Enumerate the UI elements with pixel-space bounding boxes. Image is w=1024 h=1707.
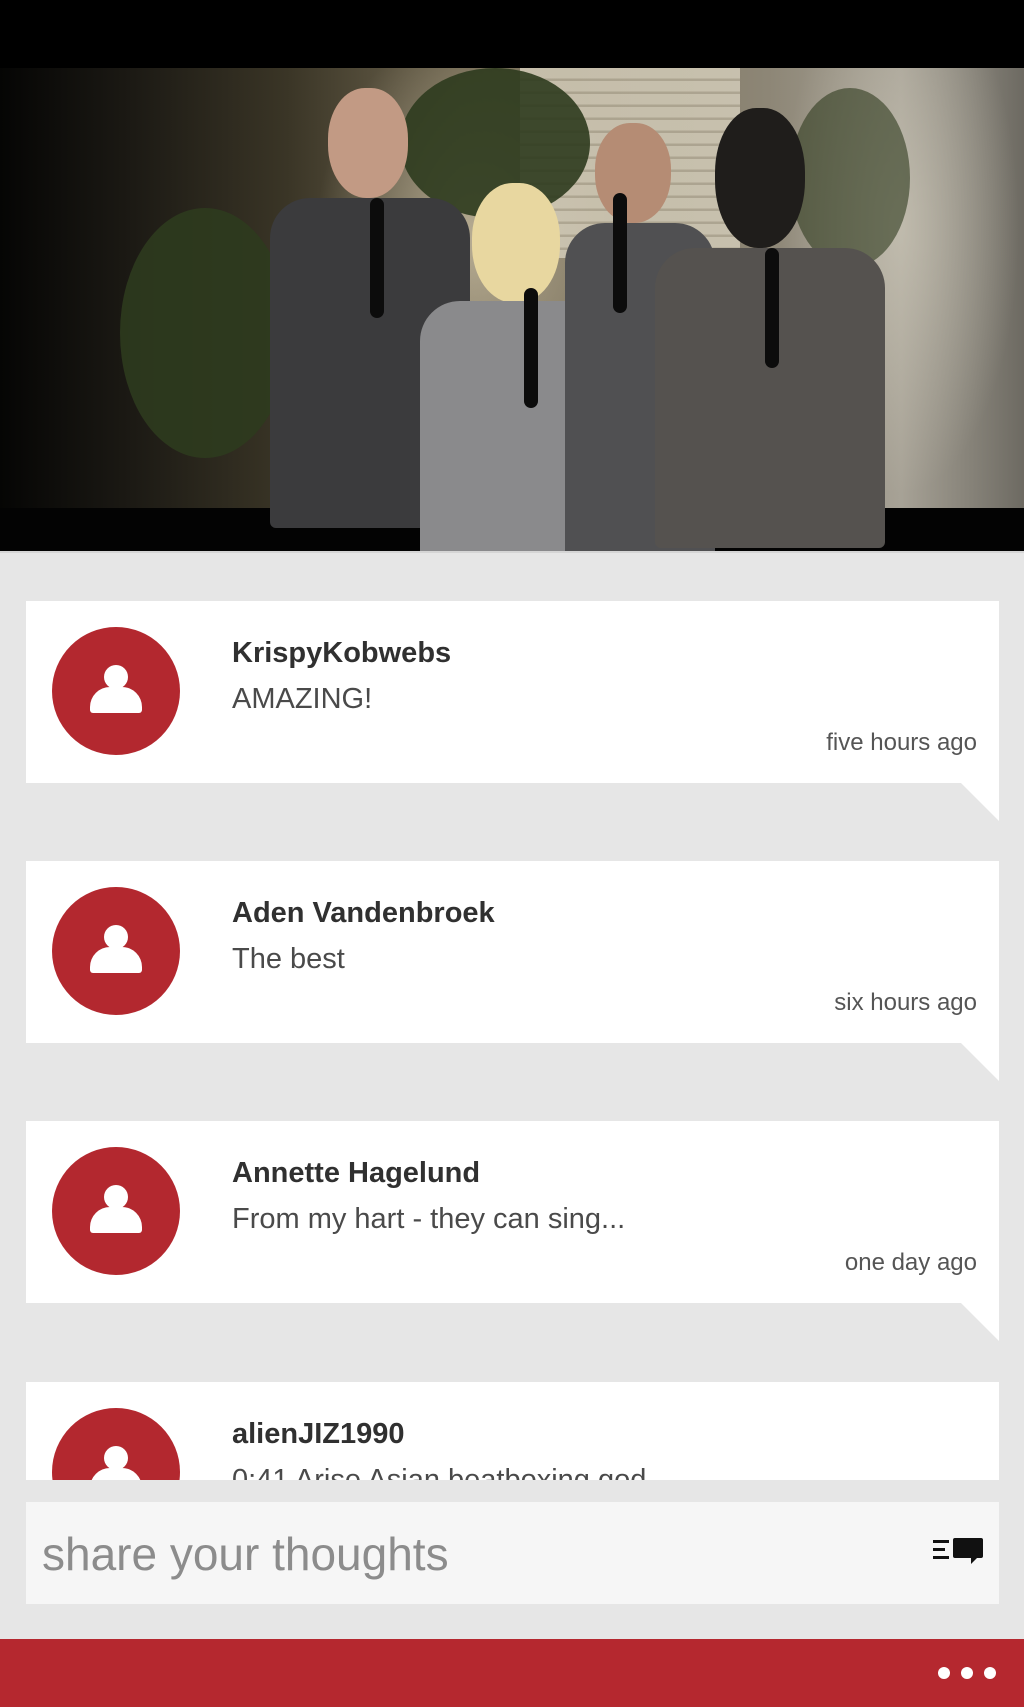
comment-item[interactable]: Annette Hagelund From my hart - they can…: [26, 1121, 999, 1341]
status-bar: [0, 0, 1024, 68]
comment-text: AMAZING!: [232, 683, 373, 715]
comment-time: six hours ago: [834, 989, 977, 1016]
app-bar: [0, 1639, 1024, 1707]
video-divider: [0, 551, 1024, 553]
user-icon[interactable]: [52, 887, 180, 1015]
comment-item[interactable]: Aden Vandenbroek The best six hours ago: [26, 861, 999, 1081]
comment-composer: [26, 1502, 999, 1604]
comment-text: The best: [232, 943, 345, 975]
comment-input[interactable]: [40, 1520, 904, 1588]
plant-left: [120, 208, 290, 458]
comment-text: 0:41 Arise Asian beatboxing god: [232, 1464, 647, 1480]
comment-time: five hours ago: [826, 729, 977, 756]
video-frame[interactable]: [0, 68, 1024, 553]
more-icon[interactable]: [932, 1653, 1002, 1693]
comment-bubble-tail: [961, 783, 999, 821]
comment-item[interactable]: KrispyKobwebs AMAZING! five hours ago: [26, 601, 999, 821]
user-icon[interactable]: [52, 1147, 180, 1275]
send-comment-icon[interactable]: [933, 1532, 985, 1576]
comment-text: From my hart - they can sing...: [232, 1203, 626, 1235]
comment-bubble-tail: [961, 1043, 999, 1081]
comment-author[interactable]: KrispyKobwebs: [232, 637, 451, 670]
comment-author[interactable]: alienJIZ1990: [232, 1418, 405, 1451]
user-icon[interactable]: [52, 1408, 180, 1480]
comment-bubble-tail: [961, 1303, 999, 1341]
video-player[interactable]: [0, 68, 1024, 553]
user-icon[interactable]: [52, 627, 180, 755]
comment-author[interactable]: Annette Hagelund: [232, 1157, 480, 1190]
comment-time: one day ago: [844, 1249, 977, 1276]
plant-right: [790, 88, 910, 268]
comment-author[interactable]: Aden Vandenbroek: [232, 897, 495, 930]
comment-item[interactable]: alienJIZ1990 0:41 Arise Asian beatboxing…: [26, 1382, 999, 1480]
comments-list[interactable]: KrispyKobwebs AMAZING! five hours ago Ad…: [0, 555, 1024, 1480]
